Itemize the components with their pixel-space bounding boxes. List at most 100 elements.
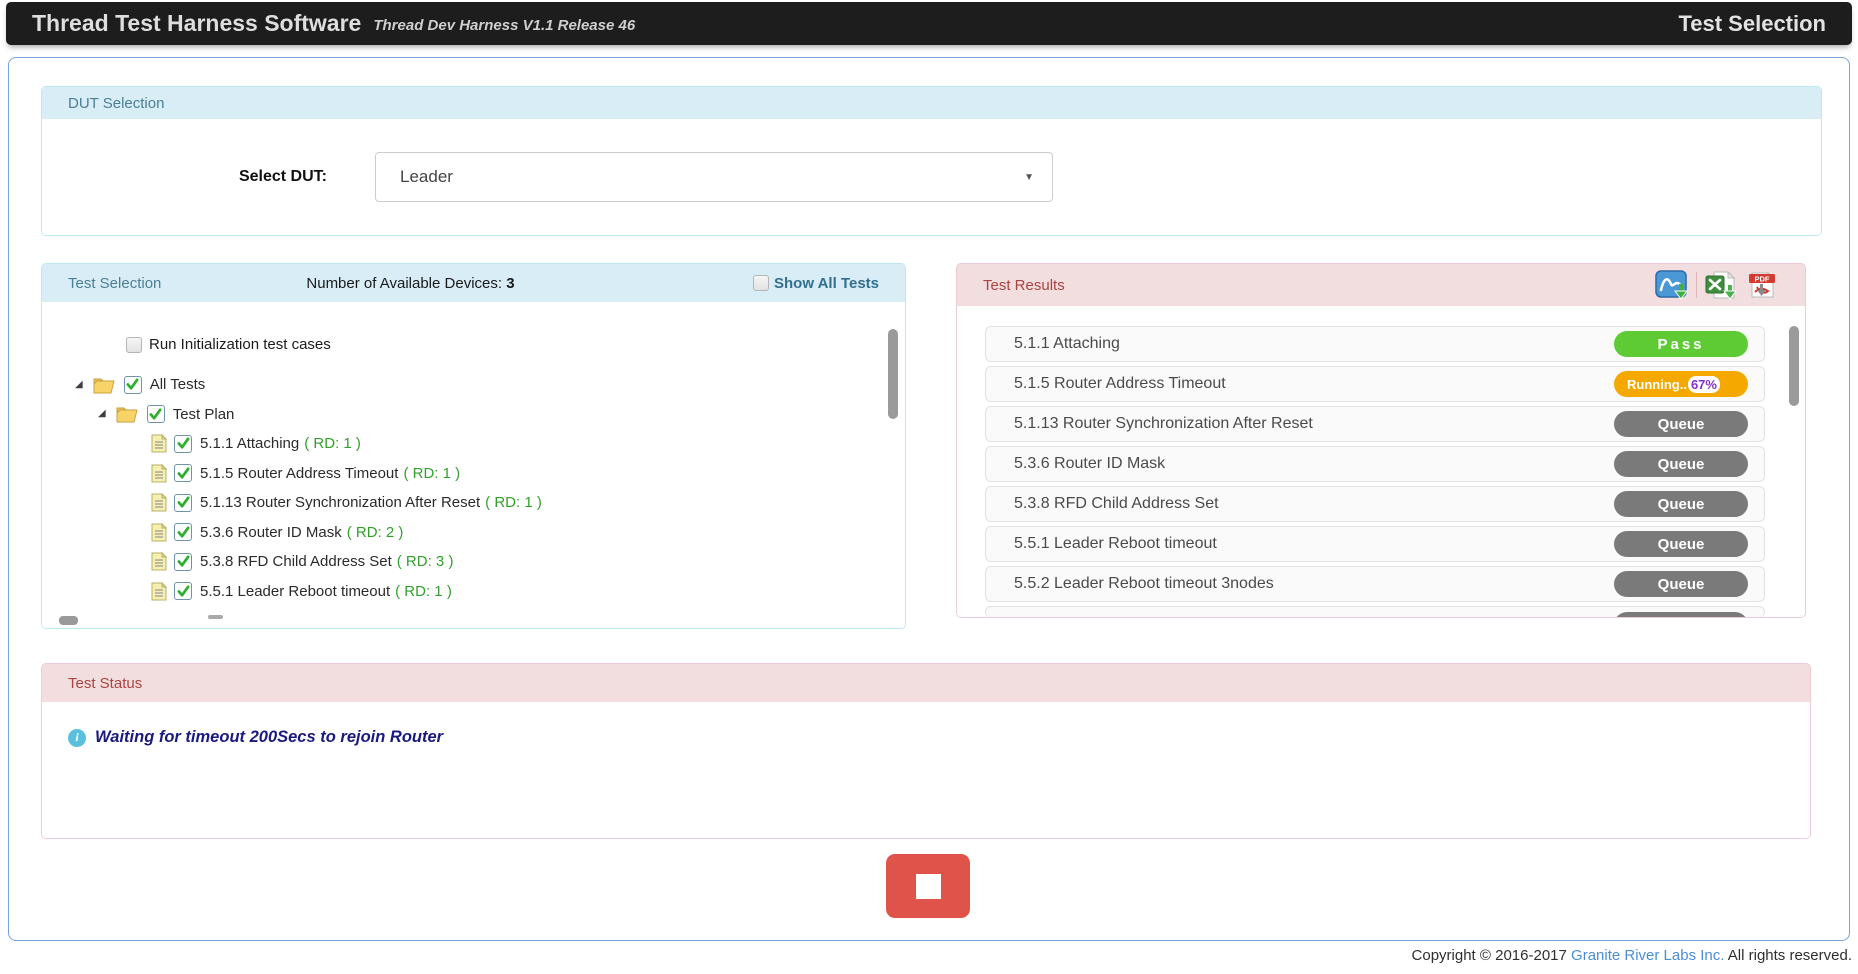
- status-text: Queue: [1658, 536, 1705, 553]
- test-results-list: 5.1.1 Attaching Pass 5.1.5 Router Addres…: [957, 306, 1805, 617]
- select-dut-label: Select DUT:: [42, 168, 327, 186]
- document-icon: [150, 523, 168, 542]
- tree-item-test[interactable]: 5.3.8 RFD Child Address Set ( RD: 3 ): [42, 547, 905, 577]
- checkbox-checked[interactable]: [147, 405, 165, 423]
- test-label: 5.1.5 Router Address Timeout: [200, 465, 398, 482]
- pdf-report-download-icon[interactable]: PDF: [1745, 270, 1779, 300]
- test-label: 5.3.6 Router ID Mask: [200, 524, 342, 541]
- status-text: Queue: [1658, 456, 1705, 473]
- test-tree: ◢ All Tests ◢: [42, 370, 905, 606]
- excel-report-download-icon[interactable]: [1704, 270, 1738, 300]
- status-badge: Queue: [1614, 571, 1748, 597]
- test-label: 5.1.13 Router Synchronization After Rese…: [200, 494, 480, 511]
- checkbox-checked[interactable]: [174, 464, 192, 482]
- checkbox-checked[interactable]: [174, 435, 192, 453]
- document-icon: [150, 434, 168, 453]
- test-rd-count: ( RD: 3 ): [397, 553, 454, 570]
- test-selection-header: Test Selection Number of Available Devic…: [42, 264, 905, 302]
- result-test-name: 5.5.2 Leader Reboot timeout 3nodes: [1014, 575, 1274, 593]
- expander-icon[interactable]: ◢: [75, 380, 83, 390]
- test-result-row[interactable]: 5.3.8 RFD Child Address Set Queue: [985, 486, 1765, 522]
- tree-item-all-tests[interactable]: ◢ All Tests: [42, 370, 905, 400]
- folder-icon: [116, 405, 138, 423]
- test-result-row[interactable]: 5.1.5 Router Address Timeout Running.. 6…: [985, 366, 1765, 402]
- result-test-name: 5.3.8 RFD Child Address Set: [1014, 495, 1219, 513]
- expander-icon[interactable]: ◢: [98, 409, 106, 419]
- clipped-result-row: [985, 606, 1765, 617]
- show-all-tests-toggle[interactable]: Show All Tests: [753, 275, 879, 292]
- clipped-tree-row: [208, 615, 223, 619]
- checkbox-checked[interactable]: [174, 582, 192, 600]
- show-all-tests-label: Show All Tests: [774, 275, 879, 292]
- test-result-row[interactable]: 5.1.1 Attaching Pass: [985, 326, 1765, 362]
- tree-item-test[interactable]: 5.1.13 Router Synchronization After Rese…: [42, 488, 905, 518]
- vertical-scrollbar-thumb[interactable]: [888, 329, 898, 419]
- test-result-row[interactable]: 5.1.13 Router Synchronization After Rese…: [985, 406, 1765, 442]
- status-badge: Queue: [1614, 531, 1748, 557]
- test-results-header: Test Results: [957, 264, 1805, 306]
- status-badge: Queue: [1614, 451, 1748, 477]
- document-icon: [150, 464, 168, 483]
- tree-item-test[interactable]: 5.5.1 Leader Reboot timeout ( RD: 1 ): [42, 577, 905, 607]
- show-all-tests-checkbox[interactable]: [753, 275, 769, 291]
- checkbox-checked[interactable]: [174, 523, 192, 541]
- status-badge: Running.. 67%: [1614, 371, 1748, 397]
- status-message: Waiting for timeout 200Secs to rejoin Ro…: [95, 728, 443, 747]
- horizontal-scrollbar-thumb[interactable]: [59, 616, 78, 625]
- result-test-name: 5.1.5 Router Address Timeout: [1014, 375, 1226, 393]
- test-rd-count: ( RD: 1 ): [485, 494, 542, 511]
- test-label: 5.3.8 RFD Child Address Set: [200, 553, 392, 570]
- status-text: Pass: [1657, 336, 1704, 353]
- result-test-name: 5.3.6 Router ID Mask: [1014, 455, 1165, 473]
- available-devices-count: 3: [506, 275, 514, 292]
- document-icon: [150, 552, 168, 571]
- company-link[interactable]: Granite River Labs Inc.: [1571, 947, 1724, 964]
- folder-icon: [93, 376, 115, 394]
- result-test-name: 5.1.13 Router Synchronization After Rese…: [1014, 415, 1313, 433]
- page-title: Test Selection: [1678, 11, 1826, 37]
- checkbox-checked[interactable]: [124, 376, 142, 394]
- status-text: Queue: [1658, 576, 1705, 593]
- test-result-row[interactable]: 5.5.2 Leader Reboot timeout 3nodes Queue: [985, 566, 1765, 602]
- run-initialization-checkbox[interactable]: [126, 337, 142, 353]
- tree-item-test[interactable]: 5.1.1 Attaching ( RD: 1 ): [42, 429, 905, 459]
- test-label: 5.5.1 Leader Reboot timeout: [200, 583, 390, 600]
- app-version: Thread Dev Harness V1.1 Release 46: [373, 17, 635, 34]
- test-rd-count: ( RD: 2 ): [347, 524, 404, 541]
- dropdown-arrow-icon: ▼: [1024, 172, 1034, 183]
- available-devices: Number of Available Devices: 3: [306, 275, 514, 292]
- toolbar-divider: [1696, 272, 1697, 298]
- test-status-body: i Waiting for timeout 200Secs to rejoin …: [42, 702, 1810, 838]
- status-badge: [1614, 612, 1748, 617]
- test-selection-title: Test Selection: [68, 275, 161, 292]
- test-selection-body: Run Initialization test cases ◢ All Test…: [42, 302, 905, 628]
- run-initialization-toggle[interactable]: Run Initialization test cases: [126, 336, 905, 353]
- checkbox-checked[interactable]: [174, 494, 192, 512]
- status-progress: 67%: [1688, 376, 1720, 393]
- info-icon: i: [68, 729, 86, 747]
- tree-item-test-plan[interactable]: ◢ Test Plan: [42, 400, 905, 430]
- test-rd-count: ( RD: 1 ): [395, 583, 452, 600]
- document-icon: [150, 582, 168, 601]
- dut-selection-panel: DUT Selection Select DUT: Leader ▼: [41, 86, 1822, 236]
- test-status-title: Test Status: [68, 675, 142, 692]
- dut-dropdown-value: Leader: [400, 167, 453, 187]
- tree-label: All Tests: [150, 376, 206, 393]
- test-results-body: 5.1.1 Attaching Pass 5.1.5 Router Addres…: [957, 306, 1805, 617]
- stop-button[interactable]: [886, 854, 970, 918]
- vertical-scrollbar-thumb[interactable]: [1789, 326, 1799, 406]
- status-text: Running..: [1627, 377, 1687, 392]
- available-devices-label: Number of Available Devices:: [306, 275, 506, 292]
- test-result-row[interactable]: 5.5.1 Leader Reboot timeout Queue: [985, 526, 1765, 562]
- tree-item-test[interactable]: 5.3.6 Router ID Mask ( RD: 2 ): [42, 518, 905, 548]
- wireshark-capture-download-icon[interactable]: [1655, 270, 1689, 300]
- dut-dropdown[interactable]: Leader ▼: [375, 152, 1053, 202]
- main-container: DUT Selection Select DUT: Leader ▼ Test …: [8, 57, 1850, 941]
- checkbox-checked[interactable]: [174, 553, 192, 571]
- export-toolbar: PDF: [1655, 270, 1779, 300]
- tree-item-test[interactable]: 5.1.5 Router Address Timeout ( RD: 1 ): [42, 459, 905, 489]
- test-result-row[interactable]: 5.3.6 Router ID Mask Queue: [985, 446, 1765, 482]
- test-results-panel: Test Results: [956, 263, 1806, 618]
- status-line: i Waiting for timeout 200Secs to rejoin …: [68, 728, 1810, 747]
- status-badge: Queue: [1614, 491, 1748, 517]
